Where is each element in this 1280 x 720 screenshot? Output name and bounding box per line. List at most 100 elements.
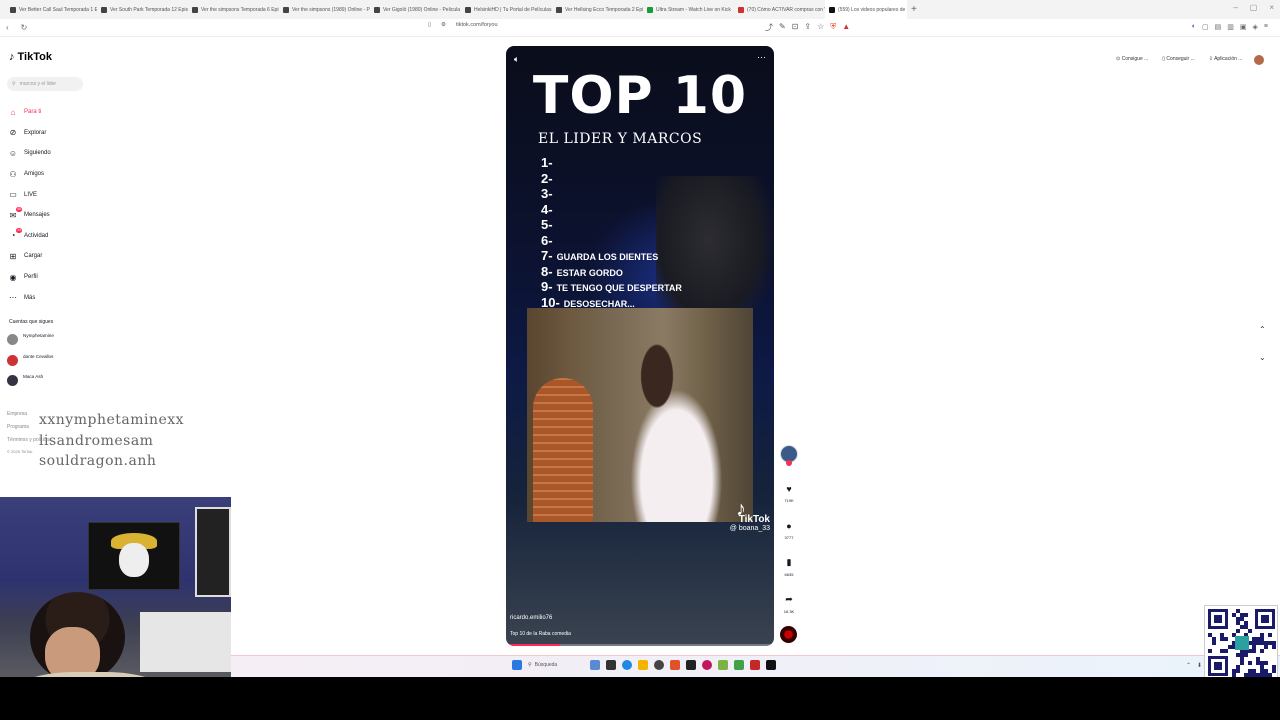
app-1-icon[interactable] <box>590 660 600 670</box>
followed-account[interactable]: dante Cevallos lisandromesam <box>7 354 153 448</box>
qr-module <box>1260 641 1264 645</box>
browser-tab[interactable]: Ver Gigolò (1980) Online - Pelicula <box>370 0 461 19</box>
share-button[interactable]: ➦ 16.3K <box>779 594 799 614</box>
app-5-icon[interactable] <box>718 660 728 670</box>
ranking-row: 3- <box>541 186 682 203</box>
sidebar-item-explorar[interactable]: ⊘ Explorar <box>8 123 51 144</box>
url-field[interactable]: ▯ ⚙ tiktok.com/foryou <box>428 22 498 28</box>
qr-module <box>1240 617 1244 621</box>
translate-icon[interactable]: ⤴ <box>765 22 773 33</box>
comment-button[interactable]: ● 3777 <box>779 521 799 540</box>
reload-icon[interactable]: ↻ <box>21 23 28 32</box>
sidebar-item-label: Explorar <box>24 129 47 136</box>
app-3-icon[interactable] <box>654 660 664 670</box>
sidebar-item-mensajes[interactable]: ✉ 46 Mensajes <box>8 205 51 226</box>
volume-icon[interactable]: 🔈︎ <box>514 54 519 65</box>
sidebar-item-actividad[interactable]: ◔ 14 Actividad <box>8 226 51 247</box>
music-disc-icon[interactable] <box>780 626 797 643</box>
next-video-chevron-down-icon[interactable]: ⌄ <box>1259 353 1266 362</box>
video-author[interactable]: ricardo.emilio76 <box>510 615 552 621</box>
brave-shield-icon[interactable]: ⛨ <box>830 22 836 33</box>
video-description: Top 10 de la Raba comedia <box>510 631 571 637</box>
sidebar-toggle-icon[interactable]: ▥ <box>1227 23 1234 31</box>
pirate-flag <box>88 522 180 590</box>
video-progress-bar[interactable] <box>506 644 774 646</box>
sidebar-item-siguiendo[interactable]: ☺ Siguiendo <box>8 143 51 164</box>
windows-start-icon[interactable] <box>512 660 522 670</box>
site-info-icon[interactable]: ⚙ <box>441 22 446 28</box>
footer-company-link[interactable]: Empresa <box>7 408 51 421</box>
qr-module <box>1252 673 1256 677</box>
sidebar-item-m-s[interactable]: ⋯ Más <box>8 287 51 308</box>
new-tab-button[interactable]: + <box>911 4 917 15</box>
browser-tab[interactable]: HelsinkiHD | Tu Portal de Películas y <box>461 0 552 19</box>
back-icon[interactable]: ‹ <box>6 23 9 32</box>
browser-tab[interactable]: Ver Hellsing Ecco Temporada 2 Epis <box>552 0 643 19</box>
search-input[interactable]: ⚲ marcos y el lider <box>7 77 83 91</box>
tray-chevron-up-icon[interactable]: ⌃ <box>1186 662 1191 669</box>
qr-module <box>1260 665 1264 669</box>
get-app-link[interactable]: ▯ Conseguir ... <box>1162 56 1195 62</box>
vpn-icon[interactable]: ◈ <box>1253 23 1258 31</box>
rewards-icon[interactable]: ▲ <box>842 22 850 33</box>
minimize-icon[interactable]: – <box>1233 3 1237 12</box>
tab-title: Ver Hellsing Ecco Temporada 2 Epis <box>565 6 643 13</box>
save-button[interactable]: ▮ 6635 <box>779 557 799 577</box>
sidebar-item-perfil[interactable]: ◉ Perfil <box>8 267 51 288</box>
video-progress-fill <box>506 644 560 646</box>
wallet-icon[interactable]: ▣ <box>1240 23 1247 31</box>
follow-plus-icon[interactable] <box>786 460 792 466</box>
app-4-icon[interactable] <box>702 660 712 670</box>
share-icon[interactable]: ⇪ <box>804 22 811 33</box>
sidebar-item-amigos[interactable]: ⚇ Amigos <box>8 164 51 185</box>
followed-account[interactable]: Nymphetamine xxnymphetaminexx <box>7 333 184 427</box>
extension-3-icon[interactable]: ▤ <box>1215 23 1222 31</box>
more-options-icon[interactable]: ⋯ <box>757 52 766 63</box>
star-icon[interactable]: ☆ <box>817 22 824 33</box>
qr-module <box>1244 621 1248 625</box>
video-player[interactable]: 🔈︎ ⋯ TOP 10 EL LIDER Y MARCOS 1- 2- 3- 4- 5-… <box>506 46 774 646</box>
tiktok-app-icon[interactable] <box>686 660 696 670</box>
app-6-icon[interactable] <box>734 660 744 670</box>
close-window-icon[interactable]: × <box>1269 3 1274 12</box>
like-button[interactable]: ♥ 719K <box>779 484 799 503</box>
folder-icon[interactable] <box>638 660 648 670</box>
tray-app-icon[interactable]: ⬇ <box>1197 662 1202 669</box>
qr-module <box>1252 637 1256 641</box>
bookmark-icon[interactable]: ▯ <box>428 22 431 28</box>
cast-icon[interactable]: ⊡ <box>792 22 799 33</box>
browser-tab[interactable]: Ver South Park Temporada 12 Episo <box>97 0 188 19</box>
app-7-icon[interactable] <box>750 660 760 670</box>
wall-poster <box>195 507 231 597</box>
user-avatar[interactable] <box>1254 55 1264 65</box>
browser-tab[interactable]: Ver Better Call Saul Temporada 1 Ep <box>6 0 97 19</box>
maximize-icon[interactable]: ▢ <box>1250 3 1258 12</box>
menu-icon[interactable]: ≡ <box>1264 23 1268 31</box>
sidebar-item-live[interactable]: ▭ LIVE <box>8 184 51 205</box>
followed-account[interactable]: Maca Ash souldragon.anh <box>7 374 156 468</box>
browser-tab[interactable]: Ver the simpsons Temporada 6 Episo <box>188 0 279 19</box>
edge-icon[interactable] <box>622 660 632 670</box>
desktop-app-link[interactable]: ⇩ Aplicación ... <box>1209 56 1243 62</box>
heart-icon: ♥ <box>786 484 792 494</box>
previous-video-chevron-up-icon[interactable]: ⌃ <box>1259 325 1266 334</box>
browser-tab[interactable]: Ver the simpsons (1989) Online - Pe <box>279 0 370 19</box>
get-coins-link[interactable]: ⊙ Consigue ... <box>1116 56 1148 62</box>
qr-module <box>1248 661 1252 665</box>
browser-tab[interactable]: (559) Los videos populares de× <box>825 0 907 19</box>
brave-icon[interactable] <box>670 660 680 670</box>
sidebar-item-para-ti[interactable]: ⌂ Para ti <box>8 102 51 123</box>
extension-icon[interactable]: ✎ <box>779 22 786 33</box>
sidebar-item-cargar[interactable]: ⊞ Cargar <box>8 246 51 267</box>
taskbar-search[interactable]: ⚲ Búsqueda <box>528 660 584 670</box>
ranking-number: 7- <box>541 248 553 263</box>
footer-terms-link[interactable]: Términos y políticas <box>7 434 51 447</box>
browser-tab[interactable]: (70) Cómo ACTIVAR compras con Vi <box>734 0 825 19</box>
extension-1-icon[interactable]: ◐ <box>1192 23 1196 31</box>
app-8-icon[interactable] <box>766 660 776 670</box>
browser-tab[interactable]: Ultra Stream - Watch Live on Kick <box>643 0 734 19</box>
extension-2-icon[interactable]: ▢ <box>1202 23 1209 31</box>
tiktok-logo[interactable]: ♪ TikTok <box>9 51 52 63</box>
app-2-icon[interactable] <box>606 660 616 670</box>
footer-program-link[interactable]: Programa <box>7 421 51 434</box>
